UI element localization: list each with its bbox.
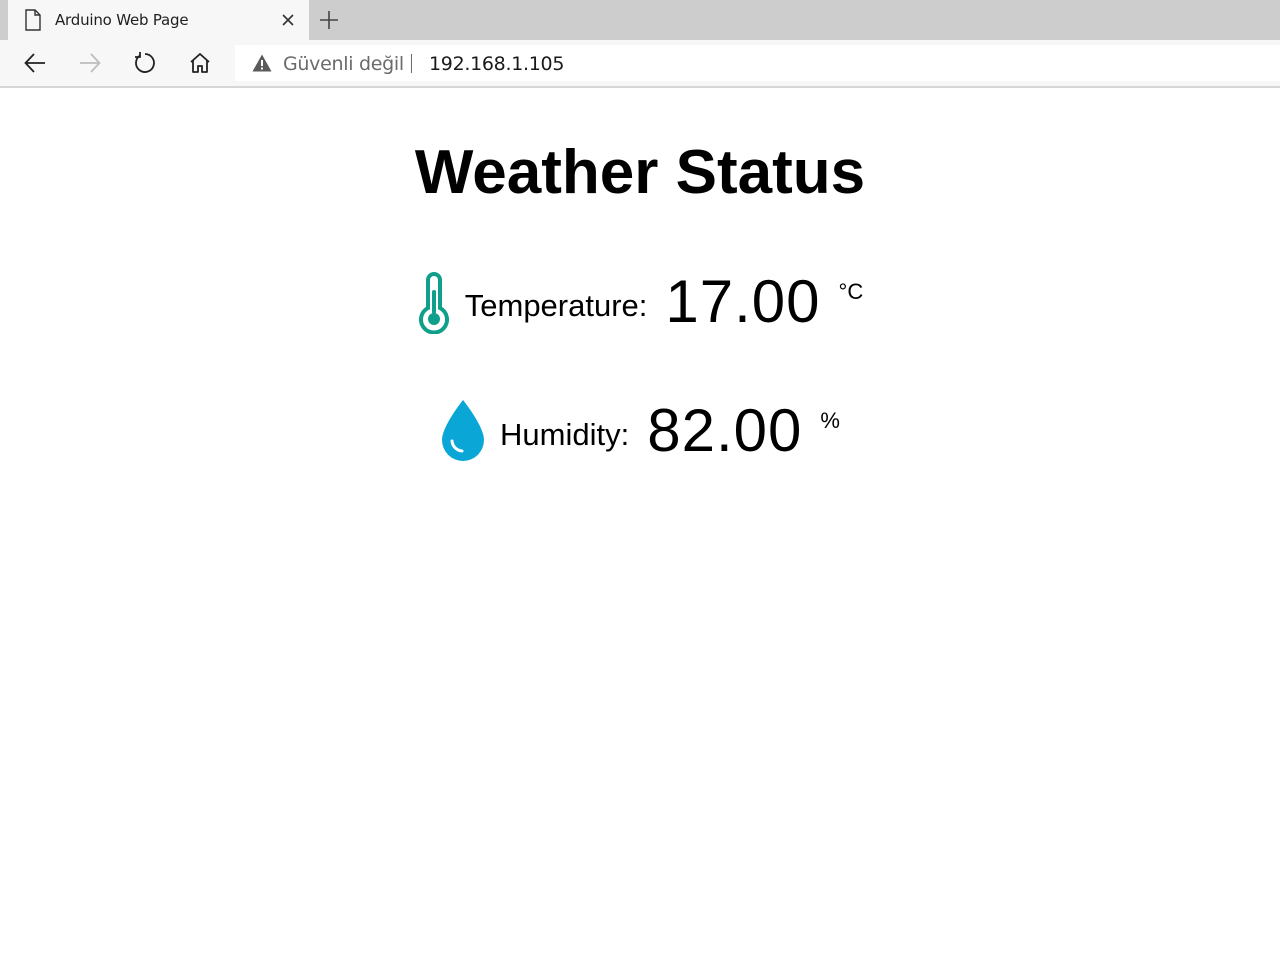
humidity-label: Humidity: xyxy=(500,417,630,452)
water-drop-icon xyxy=(442,400,485,461)
page-icon xyxy=(25,9,41,31)
security-status[interactable]: Güvenli değil xyxy=(283,53,404,75)
humidity-value: 82.00 xyxy=(647,397,803,464)
warning-icon[interactable] xyxy=(252,54,272,72)
forward-arrow-icon[interactable] xyxy=(78,51,102,75)
url-text[interactable]: 192.168.1.105 xyxy=(429,53,564,75)
plus-icon[interactable] xyxy=(318,9,340,31)
temperature-unit: °C xyxy=(838,279,864,304)
page-title: Weather Status xyxy=(414,138,866,207)
refresh-icon[interactable] xyxy=(133,51,157,75)
temperature-label: Temperature: xyxy=(464,288,648,323)
address-bar[interactable]: Güvenli değil 192.168.1.105 xyxy=(235,45,1280,81)
tab-title: Arduino Web Page xyxy=(55,11,189,29)
back-arrow-icon[interactable] xyxy=(23,51,47,75)
temperature-value: 17.00 xyxy=(665,268,821,335)
address-divider xyxy=(411,54,412,73)
temperature-row: Temperature: 17.00 °C xyxy=(0,268,1280,336)
home-icon[interactable] xyxy=(188,51,212,75)
close-icon[interactable] xyxy=(280,12,296,28)
navigation-bar: Güvenli değil 192.168.1.105 xyxy=(0,40,1280,88)
tab-strip: Arduino Web Page xyxy=(0,0,1280,40)
humidity-unit: % xyxy=(820,408,840,433)
thermometer-icon xyxy=(418,272,449,334)
humidity-row: Humidity: 82.00 % xyxy=(0,397,1280,465)
browser-tab[interactable]: Arduino Web Page xyxy=(8,0,309,40)
